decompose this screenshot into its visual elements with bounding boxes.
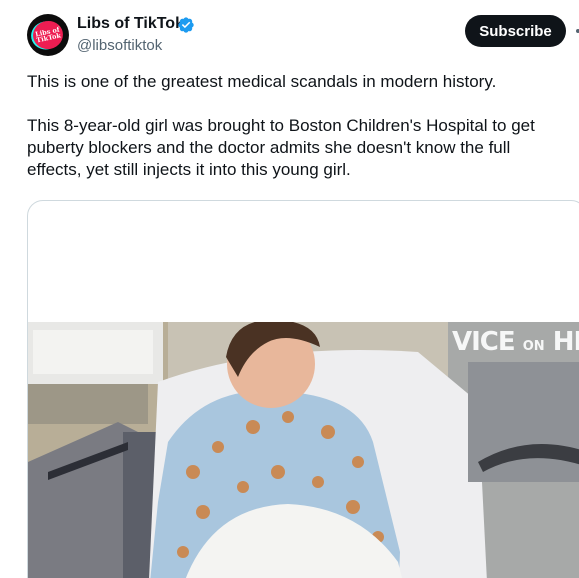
tweet-paragraph: This 8-year-old girl was brought to Bost… xyxy=(27,116,535,179)
vice-on-hbo-watermark: VICE ON HBO xyxy=(452,327,579,357)
libs-of-tiktok-logo-icon: Libs of TikTok xyxy=(30,18,66,52)
video-player[interactable]: VICE ON HBO xyxy=(28,322,579,578)
tweet-paragraph: This is one of the greatest medical scan… xyxy=(27,72,497,91)
video-frame xyxy=(28,322,579,578)
media-card[interactable]: VICE ON HBO xyxy=(27,200,579,578)
watermark-hbo: HBO xyxy=(552,327,579,357)
watermark-vice: VICE xyxy=(452,327,516,357)
subscribe-button[interactable]: Subscribe xyxy=(465,15,566,47)
avatar[interactable]: Libs of TikTok xyxy=(27,14,69,56)
watermark-on: ON xyxy=(522,339,545,354)
more-options-icon[interactable] xyxy=(574,20,579,42)
author-handle[interactable]: @libsoftiktok xyxy=(77,37,162,54)
tweet-header: Libs of TikTok Libs of TikTok @libsoftik… xyxy=(0,0,579,60)
avatar-logo-text: Libs of TikTok xyxy=(34,25,62,45)
author-display-name[interactable]: Libs of TikTok xyxy=(77,15,184,33)
verified-badge-icon xyxy=(178,17,194,33)
tweet-body: This is one of the greatest medical scan… xyxy=(27,71,567,181)
